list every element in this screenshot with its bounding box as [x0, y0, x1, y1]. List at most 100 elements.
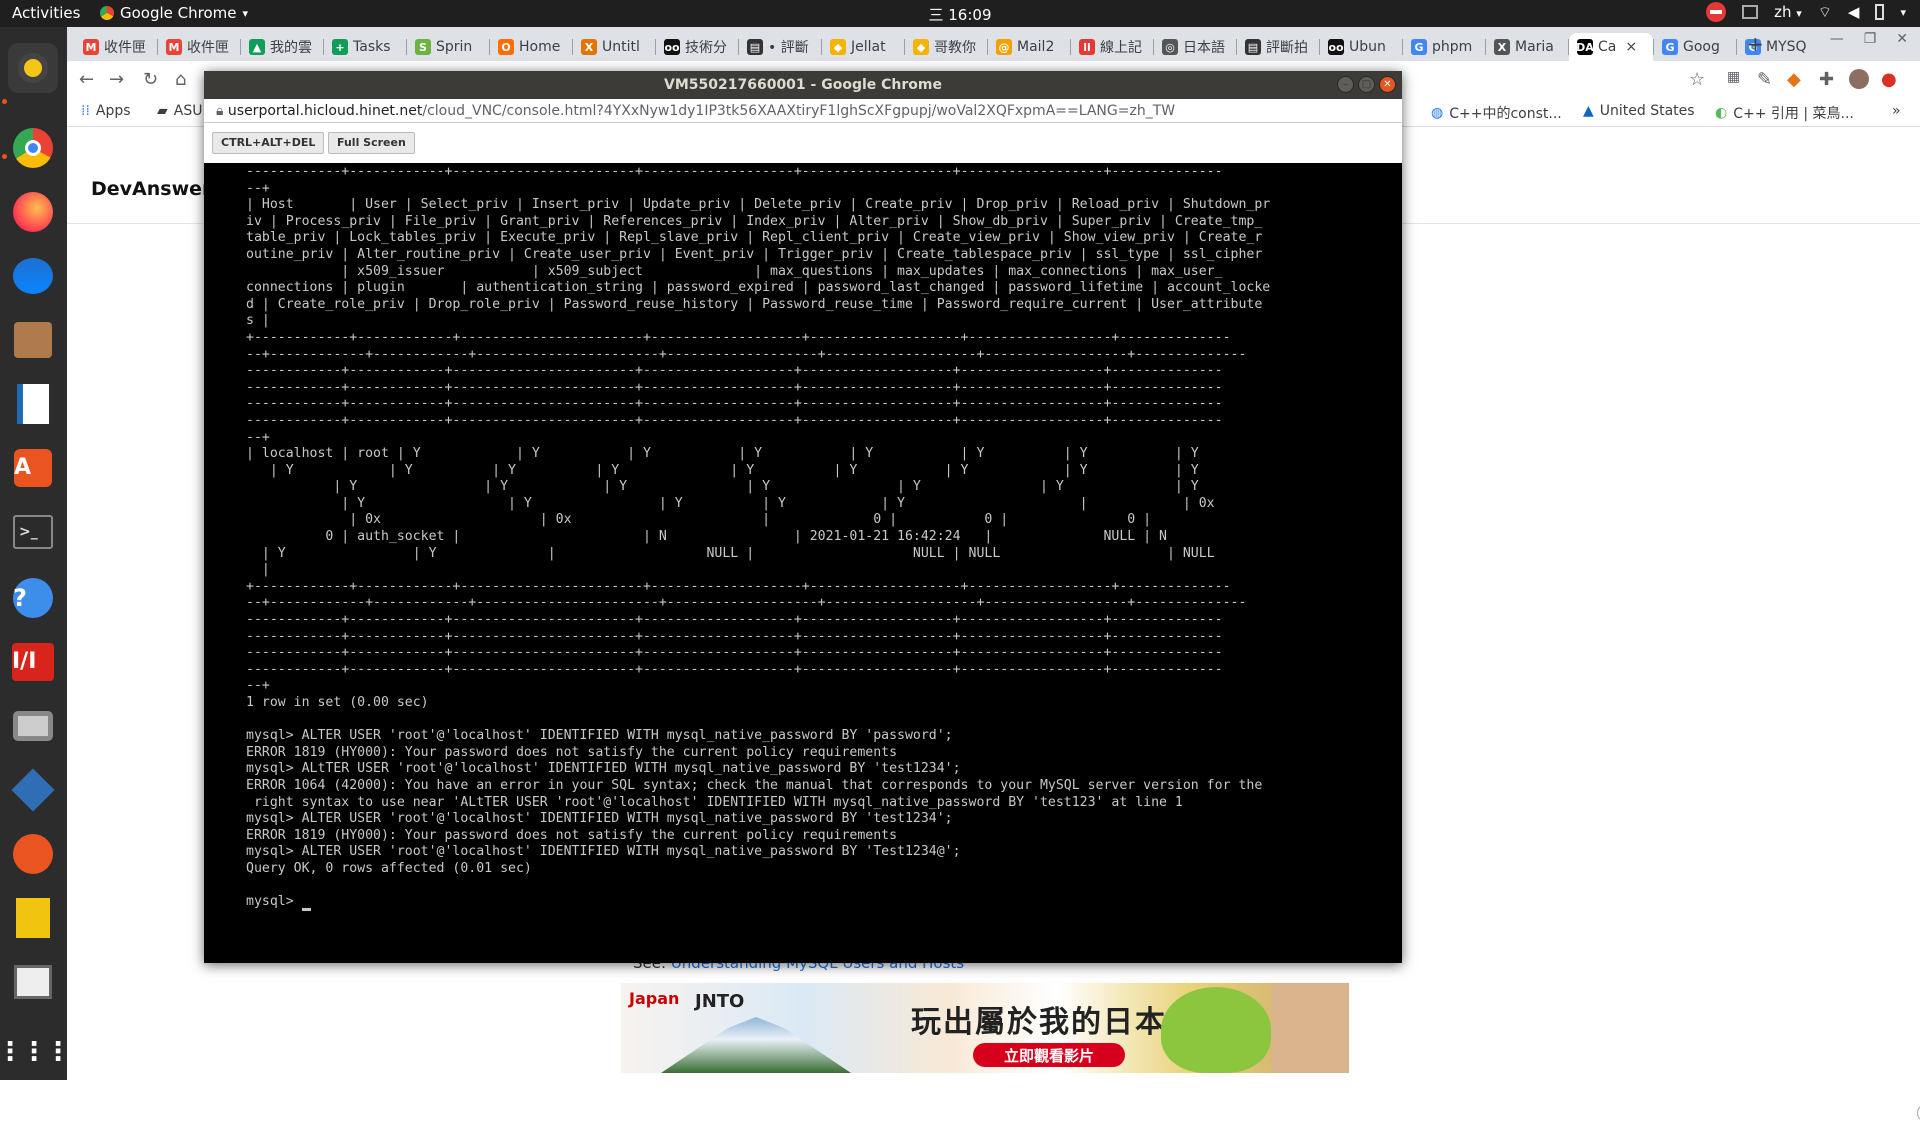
photos-icon[interactable]	[8, 957, 58, 1007]
ctrl-alt-del-button[interactable]: CTRL+ALT+DEL	[212, 132, 325, 154]
tab-label: • 評斷	[768, 40, 809, 56]
terminal-line: mysql> ALTER USER 'root'@'localhost' IDE…	[246, 728, 953, 744]
rhythmbox-icon[interactable]	[8, 43, 58, 93]
help-icon[interactable]: ?	[8, 573, 58, 623]
terminal-cursor	[301, 907, 311, 911]
tab-strip: M 收件匣 M 收件匣 ▲ 我的雲 + Tasks S Sprin O Home X Untitl oo 技術…	[67, 27, 1920, 61]
extensions-puzzle-icon[interactable]: ✚	[1819, 69, 1834, 90]
tab-0[interactable]: M 收件匣	[75, 33, 157, 61]
terminal-line: 1 row in set (0.00 sec)	[246, 695, 429, 710]
reload-icon[interactable]: ↻	[143, 69, 158, 90]
folder-icon: ▰	[157, 103, 168, 119]
tab-7[interactable]: oo 技術分	[656, 33, 738, 61]
new-tab-button[interactable]: +	[1747, 32, 1764, 56]
tab-1[interactable]: M 收件匣	[158, 33, 240, 61]
eyedropper-icon[interactable]: ✎	[1757, 69, 1772, 90]
tab-label: 哥教你	[934, 40, 976, 56]
tab-10[interactable]: ◆ 哥教你	[905, 33, 987, 61]
app-menu[interactable]: Google Chrome ▾	[100, 4, 248, 22]
volume-icon[interactable]: ◀	[1848, 3, 1860, 21]
pulse-icon[interactable]	[8, 893, 58, 943]
tab-label: 技術分	[685, 40, 727, 56]
tab-9[interactable]: ◆ Jellat	[822, 33, 904, 61]
thunderbird-icon[interactable]	[8, 251, 58, 301]
maximize-icon[interactable]: □	[1358, 76, 1375, 93]
wifi-icon[interactable]: ⌔	[1818, 3, 1832, 22]
files-icon[interactable]	[8, 315, 58, 365]
tab-19[interactable]: G Goog	[1654, 33, 1736, 61]
ad-banner[interactable]: Japan JNTO 玩出屬於我的日本 立即觀看影片	[621, 983, 1349, 1073]
tab-16[interactable]: Gphpm	[1403, 33, 1485, 61]
do-not-disturb-icon[interactable]	[1706, 2, 1727, 22]
tab-label: 收件匣	[187, 40, 229, 56]
tab-3[interactable]: + Tasks	[324, 33, 406, 61]
tab-13[interactable]: ◎ 日本語	[1154, 33, 1236, 61]
writer-icon[interactable]	[8, 379, 58, 429]
power-menu-icon[interactable]: ▾	[1900, 6, 1906, 19]
language-indicator[interactable]: zh ▾	[1774, 3, 1802, 21]
vnc-window-title[interactable]: VM550217660001 - Google Chrome	[204, 71, 1402, 99]
metamask-icon[interactable]: ◆	[1787, 69, 1801, 90]
bookmarks-overflow-button[interactable]: »	[1892, 103, 1901, 119]
bookmark-cpp-const[interactable]: ◍ C++中的const...	[1431, 103, 1562, 123]
tab-8[interactable]: ▤ • 評斷	[739, 33, 821, 61]
home-icon[interactable]: ⌂	[175, 69, 186, 90]
tab-favicon-icon: ll	[1079, 39, 1095, 55]
activities-button[interactable]: Activities	[12, 4, 80, 22]
tab-6[interactable]: X Untitl	[573, 33, 655, 61]
fullscreen-button[interactable]: Full Screen	[328, 132, 415, 154]
bookmark-apps[interactable]: ⁞⁞ Apps	[81, 103, 131, 119]
close-window-icon[interactable]: ✕	[1896, 31, 1908, 47]
tab-5[interactable]: O Home	[490, 33, 572, 61]
tab-4[interactable]: S Sprin	[407, 33, 489, 61]
back-icon[interactable]: ←	[79, 69, 94, 90]
tab-2[interactable]: ▲ 我的雲	[241, 33, 323, 61]
bookmark-star-icon[interactable]: ☆	[1689, 69, 1705, 90]
tab-15[interactable]: oo Ubun	[1320, 33, 1402, 61]
close-icon[interactable]: ✕	[1379, 76, 1396, 93]
apps-grid-icon[interactable]: ⋮⋮⋮	[0, 1027, 71, 1077]
virtualbox-icon[interactable]	[8, 765, 58, 815]
tab-label: 線上記	[1100, 40, 1142, 56]
maximize-icon[interactable]: ❐	[1864, 31, 1877, 47]
battery-icon[interactable]	[1875, 4, 1885, 20]
tab-12[interactable]: ll 線上記	[1071, 33, 1153, 61]
impress-icon[interactable]: I/I	[8, 637, 58, 687]
terminal-icon[interactable]: >_	[8, 507, 58, 557]
avatar[interactable]	[1849, 69, 1869, 94]
inkscape-icon[interactable]	[8, 829, 58, 879]
system-tray[interactable]: zh ▾ ⌔ ◀ ▾	[1706, 2, 1906, 22]
tab-11[interactable]: @ Mail2	[988, 33, 1070, 61]
bookmark-folder-asus[interactable]: ▰ ASU	[157, 103, 203, 119]
tab-favicon-icon: DA	[1576, 39, 1594, 55]
tab-label: Ca	[1598, 39, 1617, 55]
software-icon[interactable]: A	[8, 443, 58, 493]
vnc-url-bar[interactable]: 🔒︎ userportal.hicloud.hinet.net/cloud_VN…	[204, 99, 1402, 123]
bookmark-cpp-reference[interactable]: ◐ C++ 引用 | 菜鳥...	[1715, 103, 1854, 123]
terminal-line: --+------------+------------+-----------…	[246, 346, 1247, 362]
extension-icon[interactable]: ▦	[1727, 69, 1740, 85]
minimize-icon[interactable]: —	[1830, 31, 1844, 47]
terminal-prompt[interactable]: mysql>	[246, 894, 1402, 911]
apps-grid-icon: ⁞⁞	[81, 103, 90, 119]
site-title[interactable]: DevAnswers	[91, 178, 223, 200]
tab-favicon-icon: ▤	[1245, 39, 1261, 55]
window-icon[interactable]	[1742, 5, 1759, 19]
tab-favicon-icon: ▤	[747, 39, 763, 55]
tab-14[interactable]: ▤ 評斷拍	[1237, 33, 1319, 61]
clock[interactable]: 三 16:09	[0, 4, 1920, 25]
update-icon[interactable]: ●	[1881, 69, 1897, 90]
terminal-line: right syntax to use near 'ALtTER USER 'r…	[246, 794, 1183, 810]
bookmark-united-states[interactable]: ▲ United States	[1583, 103, 1695, 119]
terminal-line: connections | plugin | authentication_st…	[246, 280, 1271, 296]
firefox-icon[interactable]	[8, 187, 58, 237]
screenshot-icon[interactable]	[8, 701, 58, 751]
tab-18[interactable]: DA Ca ×	[1569, 33, 1653, 61]
chrome-icon[interactable]	[8, 123, 58, 173]
forward-icon[interactable]: →	[109, 69, 124, 90]
minimize-icon[interactable]: –	[1337, 76, 1354, 93]
vnc-terminal[interactable]: ------------+------------+--------------…	[204, 163, 1402, 963]
ad-cta-button[interactable]: 立即觀看影片	[973, 1043, 1125, 1067]
tab-17[interactable]: X Maria	[1486, 33, 1568, 61]
tab-close-icon[interactable]: ×	[1625, 39, 1637, 55]
